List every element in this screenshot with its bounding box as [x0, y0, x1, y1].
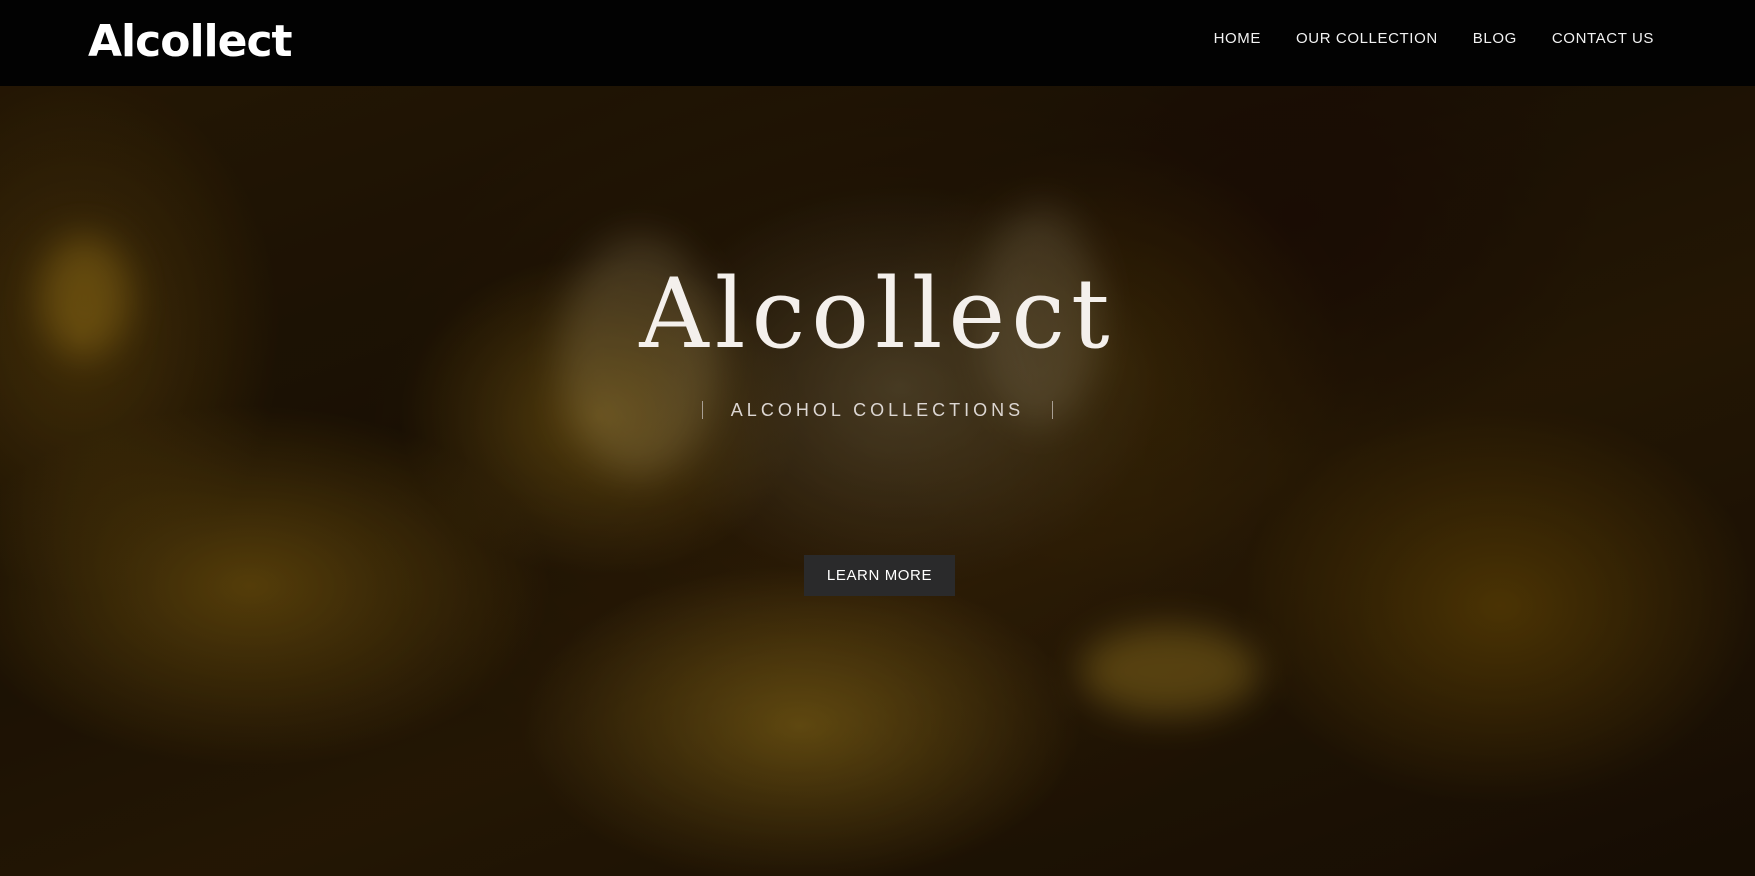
subtitle-divider-right	[1052, 401, 1054, 419]
subtitle-divider-left	[701, 401, 703, 419]
hero-section: Alcollect ALCOHOL COLLECTIONS LEARN MORE	[0, 86, 1755, 876]
nav-item-contact-us: CONTACT US	[1552, 28, 1654, 50]
nav-item-blog: BLOG	[1473, 28, 1517, 50]
nav-link-contact-us[interactable]: CONTACT US	[1552, 28, 1654, 50]
hero-title: Alcollect	[639, 258, 1116, 370]
hero-subtitle: ALCOHOL COLLECTIONS	[730, 400, 1025, 420]
learn-more-button[interactable]: LEARN MORE	[804, 555, 955, 596]
hero-subtitle-row: ALCOHOL COLLECTIONS	[0, 398, 1755, 422]
nav-item-our-collection: OUR COLLECTION	[1296, 28, 1438, 50]
site-logo[interactable]: Alcollect	[88, 14, 293, 70]
hero-overlay	[0, 86, 1755, 876]
nav-link-our-collection[interactable]: OUR COLLECTION	[1296, 28, 1438, 50]
nav-link-home[interactable]: HOME	[1214, 28, 1261, 50]
top-navbar: Alcollect HOME OUR COLLECTION BLOG CONTA…	[0, 0, 1755, 86]
main-nav: HOME OUR COLLECTION BLOG CONTACT US	[1214, 28, 1654, 50]
nav-item-home: HOME	[1214, 28, 1261, 50]
nav-link-blog[interactable]: BLOG	[1473, 28, 1517, 50]
